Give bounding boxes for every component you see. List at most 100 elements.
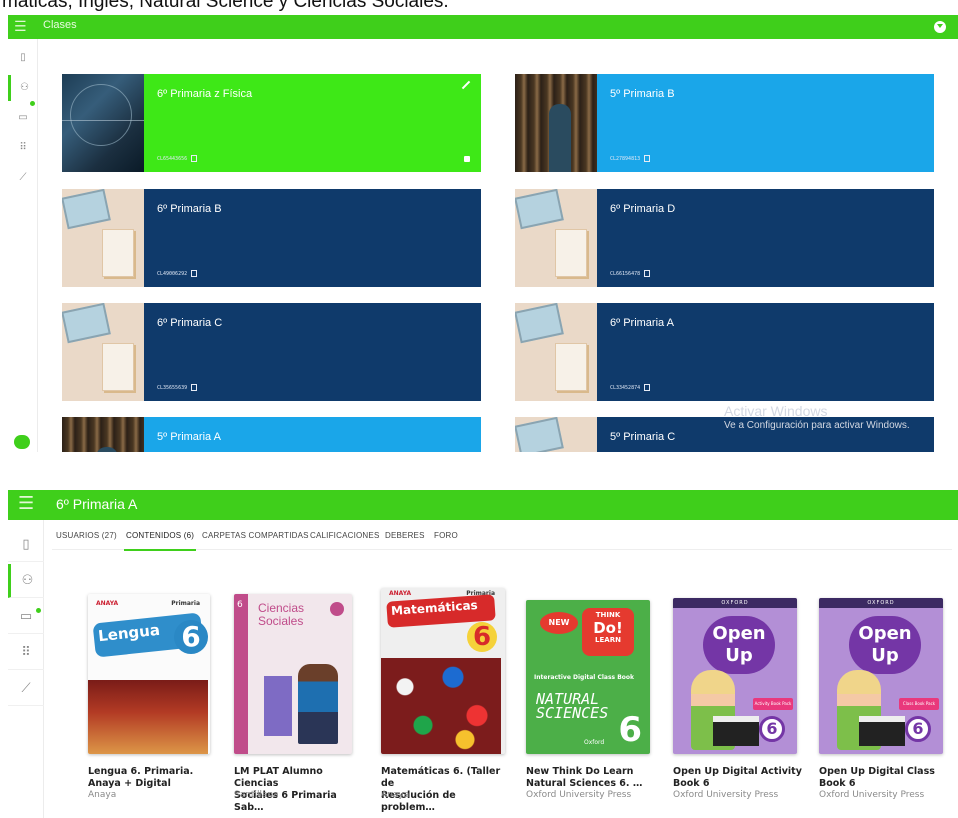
copy-icon[interactable] (644, 384, 651, 391)
cover-logo: Open Up (849, 616, 921, 674)
class-code: CL35655639 (157, 385, 188, 391)
class-card[interactable]: 6º Primaria D CL66156478 (515, 189, 934, 287)
cover-brand: Oxford (584, 739, 605, 746)
phone-graphic (122, 361, 131, 377)
phone-graphic (575, 361, 584, 377)
cover-logo-do: Do! (593, 619, 623, 637)
book-publisher: Oxford University Press (526, 790, 632, 800)
book-title: Lengua 6. Primaria. Anaya + Digital (88, 766, 218, 790)
page-title: 6º Primaria A (56, 496, 138, 512)
clapperboard-graphic (713, 716, 759, 746)
class-card[interactable]: 6º Primaria B CL49006292 (62, 189, 481, 287)
tab-foro[interactable]: FORO (434, 531, 458, 540)
edit-pencil-icon[interactable] (461, 80, 471, 90)
apps-grid-icon[interactable]: ⠿ (8, 636, 44, 670)
apps-grid-icon[interactable]: ⠿ (8, 135, 38, 161)
class-card-body: 6º Primaria D CL66156478 (597, 189, 934, 287)
class-card-body: 6º Primaria C CL35655639 (144, 303, 481, 401)
contents-icon[interactable]: ▯ (8, 528, 44, 562)
book-title-line1: Matemáticas 6. (Taller de (381, 766, 501, 789)
class-thumbnail (62, 189, 144, 287)
cover-spine (234, 594, 248, 754)
cover-logo-learn: LEARN (595, 636, 621, 644)
cover-title-line1: Ciencias (258, 601, 305, 615)
tab-deberes[interactable]: DEBERES (385, 531, 425, 540)
hamburger-menu-icon[interactable]: ☰ (14, 17, 30, 37)
class-code-wrap: CL65443656 (157, 155, 198, 162)
class-name: 6º Primaria D (610, 203, 676, 215)
copy-icon[interactable] (191, 270, 198, 277)
messages-icon[interactable]: ▭ (8, 600, 44, 634)
cover-illustration (264, 676, 292, 736)
class-card[interactable]: 6º Primaria C CL35655639 (62, 303, 481, 401)
book-cover[interactable]: 6 Ciencias Sociales (234, 594, 352, 754)
book-publisher: Anaya (381, 790, 410, 800)
class-code-wrap: CL27894813 (610, 155, 651, 162)
tab-carpetas-compartidas[interactable]: CARPETAS COMPARTIDAS (202, 531, 309, 540)
cover-logo: THINK Do! LEARN (582, 608, 634, 656)
analytics-icon[interactable]: ⟋ (8, 672, 44, 706)
tab-contenidos[interactable]: CONTENIDOS (6) (123, 531, 197, 551)
document-caption: máticas, Inglés, Natural Science y Cienc… (2, 0, 449, 12)
cover-number: 6 (467, 622, 497, 652)
cover-logo-line1: Open (712, 623, 766, 644)
cover-logo-think: THINK (595, 611, 621, 619)
cover-logo-line2: Up (871, 645, 899, 666)
class-card[interactable]: 6º Primaria A CL33452874 (515, 303, 934, 401)
class-name: 5º Primaria C (610, 431, 676, 443)
book-cover[interactable]: OXFORD Open Up Activity Book Pack 6 (673, 598, 797, 754)
cover-logo-line2: Up (725, 645, 753, 666)
side-rail: ▯ ⚇ ▭ ⠿ ⟋ (8, 39, 38, 452)
cover-new-badge: NEW (540, 612, 578, 634)
side-rail: ▯ ⚇ ▭ ⠿ ⟋ (8, 520, 44, 818)
class-code: CL66156478 (610, 271, 641, 277)
class-thumbnail (62, 303, 144, 401)
class-card-body: 5º Primaria B CL27894813 (597, 74, 934, 172)
class-thumbnail (515, 74, 597, 172)
cover-illustration (381, 658, 501, 754)
cover-brand: OXFORD (819, 598, 943, 608)
contents-icon[interactable]: ▯ (8, 45, 38, 71)
class-card-body: 6º Primaria B CL49006292 (144, 189, 481, 287)
user-menu-icon[interactable] (934, 21, 946, 33)
class-card-body: 6º Primaria z Física CL65443656 (144, 74, 481, 172)
class-thumbnail (515, 189, 597, 287)
copy-icon[interactable] (191, 384, 198, 391)
class-card[interactable]: 6º Primaria z Física CL65443656 (62, 74, 481, 172)
book-title-line1: Open Up Digital Class (819, 766, 935, 777)
watermark-line1: Activar Windows (724, 403, 828, 419)
book-cover[interactable]: OXFORD Open Up Class Book Pack 6 (819, 598, 943, 754)
book-cover[interactable]: ANAYA Primaria Lengua 6 (88, 594, 210, 754)
cover-number: 6 (618, 710, 642, 750)
classes-icon[interactable]: ⚇ (8, 564, 44, 598)
messages-icon[interactable]: ▭ (8, 105, 38, 131)
tab-calificaciones[interactable]: CALIFICACIONES (310, 531, 379, 540)
copy-icon[interactable] (644, 270, 651, 277)
cover-subtitle: Interactive Digital Class Book (534, 674, 634, 681)
cover-level: Primaria (171, 600, 200, 607)
copy-icon[interactable] (644, 155, 651, 162)
class-card[interactable]: 5º Primaria B CL27894813 (515, 74, 934, 172)
book-title-line1: New Think Do Learn (526, 766, 634, 777)
book-publisher: Santillana (234, 790, 279, 800)
class-thumbnail (515, 303, 597, 401)
cover-illustration (88, 680, 208, 754)
class-code-wrap: CL49006292 (157, 270, 198, 277)
cover-title-line2: Sociales (258, 614, 304, 628)
class-card-body: 5º Primaria A (144, 417, 481, 452)
class-tabs: USUARIOS (27) CONTENIDOS (6) CARPETAS CO… (52, 520, 952, 551)
class-code: CL27894813 (610, 156, 641, 162)
book-cover[interactable]: ANAYA Primaria Matemáticas 6 (381, 588, 505, 754)
copy-icon[interactable] (191, 155, 198, 162)
cover-title: Ciencias Sociales (258, 602, 304, 628)
class-code: CL33452874 (610, 385, 641, 391)
cover-brand: ANAYA (389, 590, 412, 597)
cover-illustration-kids (298, 664, 338, 744)
analytics-icon[interactable]: ⟋ (8, 165, 38, 191)
tab-usuarios[interactable]: USUARIOS (27) (56, 531, 117, 540)
chat-bubble-icon[interactable] (14, 435, 30, 449)
classes-icon[interactable]: ⚇ (8, 75, 38, 101)
class-card[interactable]: 5º Primaria A (62, 417, 481, 452)
book-cover[interactable]: NEW THINK Do! LEARN Interactive Digital Cl… (526, 600, 650, 754)
hamburger-menu-icon[interactable]: ☰ (18, 494, 34, 514)
